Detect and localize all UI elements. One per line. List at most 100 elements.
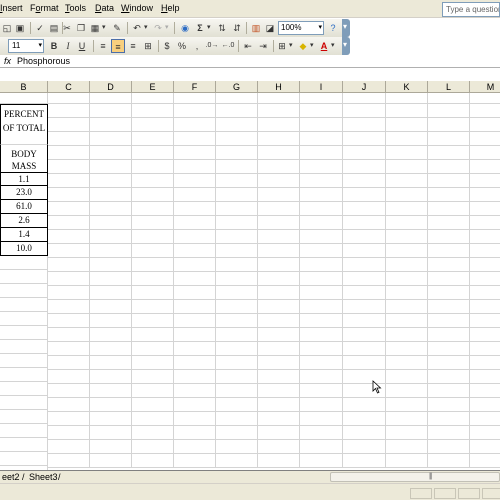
worksheet-cell[interactable]	[0, 452, 48, 466]
worksheet-cell[interactable]	[90, 426, 132, 440]
worksheet-cell[interactable]	[386, 426, 428, 440]
worksheet-cell[interactable]	[48, 440, 90, 454]
worksheet-cell[interactable]	[90, 146, 132, 160]
worksheet-cell[interactable]	[174, 93, 216, 104]
worksheet-cell[interactable]	[48, 454, 90, 468]
worksheet-cell[interactable]	[386, 384, 428, 398]
worksheet-cell[interactable]	[48, 146, 90, 160]
worksheet-cell[interactable]	[300, 202, 343, 216]
worksheet-cell[interactable]	[90, 230, 132, 244]
increase-decimal-icon[interactable]: .0→	[205, 39, 219, 53]
worksheet-cell[interactable]	[300, 188, 343, 202]
column-header-b[interactable]: B	[0, 81, 48, 93]
worksheet-cell[interactable]	[174, 272, 216, 286]
worksheet-cell[interactable]	[132, 384, 174, 398]
worksheet-cell[interactable]	[258, 412, 300, 426]
worksheet-cell[interactable]	[300, 174, 343, 188]
worksheet-cell[interactable]	[48, 328, 90, 342]
worksheet-cell[interactable]	[48, 160, 90, 174]
worksheet-cell[interactable]	[48, 258, 90, 272]
worksheet-cell[interactable]	[470, 272, 500, 286]
column-header-l[interactable]: L	[428, 81, 470, 93]
worksheet-cell[interactable]	[386, 216, 428, 230]
column-header-i[interactable]: I	[300, 81, 343, 93]
worksheet-cell[interactable]	[343, 272, 386, 286]
worksheet-cell[interactable]	[216, 384, 258, 398]
worksheet-cell[interactable]	[48, 104, 90, 118]
comma-style-icon[interactable]: ,	[190, 39, 204, 53]
redo-dropdown-icon[interactable]: ▾	[165, 21, 169, 35]
worksheet-cell[interactable]	[174, 454, 216, 468]
column-header-j[interactable]: J	[343, 81, 386, 93]
worksheet-cell[interactable]	[0, 354, 48, 368]
worksheet-cell[interactable]	[343, 286, 386, 300]
worksheet-cell[interactable]	[90, 216, 132, 230]
worksheet-cell[interactable]	[90, 93, 132, 104]
worksheet-cell[interactable]	[48, 216, 90, 230]
worksheet-cell[interactable]	[132, 188, 174, 202]
worksheet-cell[interactable]	[428, 272, 470, 286]
worksheet-cell[interactable]	[48, 272, 90, 286]
align-center-icon[interactable]: ≡	[111, 39, 125, 53]
worksheet-cell[interactable]	[470, 160, 500, 174]
worksheet-cell[interactable]	[0, 270, 48, 284]
worksheet-cell[interactable]	[216, 188, 258, 202]
worksheet-cell[interactable]	[174, 258, 216, 272]
worksheet-cell[interactable]	[174, 356, 216, 370]
worksheet-cell[interactable]	[343, 258, 386, 272]
worksheet-cell[interactable]	[428, 244, 470, 258]
worksheet-cell[interactable]	[343, 342, 386, 356]
sort-descending-icon[interactable]: ⇵	[230, 21, 244, 35]
cell-b-value[interactable]: 1.1	[0, 172, 48, 186]
worksheet-cell[interactable]	[470, 258, 500, 272]
worksheet-cell[interactable]	[90, 440, 132, 454]
worksheet-cell[interactable]	[300, 314, 343, 328]
worksheet-cell[interactable]	[48, 132, 90, 146]
worksheet-cell[interactable]	[258, 244, 300, 258]
worksheet-cell[interactable]	[300, 398, 343, 412]
worksheet-cell[interactable]	[428, 454, 470, 468]
worksheet-cell[interactable]	[428, 202, 470, 216]
worksheet-cell[interactable]	[132, 412, 174, 426]
worksheet-cell[interactable]	[258, 356, 300, 370]
worksheet-cell[interactable]	[300, 454, 343, 468]
worksheet-cell[interactable]	[90, 244, 132, 258]
worksheet-cell[interactable]	[343, 230, 386, 244]
worksheet-cell[interactable]	[343, 146, 386, 160]
worksheet-cell[interactable]	[428, 328, 470, 342]
worksheet-cell[interactable]	[132, 244, 174, 258]
worksheet-cell[interactable]	[90, 370, 132, 384]
toolbar-options-icon[interactable]	[342, 19, 350, 37]
worksheet-cell[interactable]	[90, 342, 132, 356]
worksheet-cell[interactable]	[48, 384, 90, 398]
cut-icon[interactable]: ✂	[60, 21, 74, 35]
worksheet-cell[interactable]	[258, 160, 300, 174]
worksheet-cell[interactable]	[300, 342, 343, 356]
worksheet-cell[interactable]	[470, 384, 500, 398]
fill-color-dropdown-icon[interactable]: ▾	[310, 39, 314, 53]
hyperlink-icon[interactable]: ◉	[178, 21, 192, 35]
worksheet-cell[interactable]	[428, 93, 470, 104]
worksheet-cell[interactable]	[216, 244, 258, 258]
worksheet-cell[interactable]	[470, 440, 500, 454]
increase-indent-icon[interactable]: ⇥	[256, 39, 270, 53]
worksheet-cell[interactable]	[90, 454, 132, 468]
worksheet-cell[interactable]	[174, 104, 216, 118]
worksheet-cell[interactable]	[386, 412, 428, 426]
worksheet-cell[interactable]	[428, 258, 470, 272]
worksheet-cell[interactable]	[343, 412, 386, 426]
worksheet-cell[interactable]	[470, 286, 500, 300]
worksheet-cell[interactable]	[0, 284, 48, 298]
worksheet-cell[interactable]	[470, 412, 500, 426]
worksheet-cell[interactable]	[258, 93, 300, 104]
column-header-c[interactable]: C	[48, 81, 90, 93]
worksheet-cell[interactable]	[90, 174, 132, 188]
worksheet-cell[interactable]	[470, 314, 500, 328]
worksheet-cell[interactable]	[386, 230, 428, 244]
worksheet-cell[interactable]	[48, 398, 90, 412]
worksheet-cell[interactable]	[174, 426, 216, 440]
worksheet-cell[interactable]	[132, 454, 174, 468]
worksheet-cell[interactable]	[216, 258, 258, 272]
column-header-k[interactable]: K	[386, 81, 428, 93]
worksheet-cell[interactable]	[300, 356, 343, 370]
